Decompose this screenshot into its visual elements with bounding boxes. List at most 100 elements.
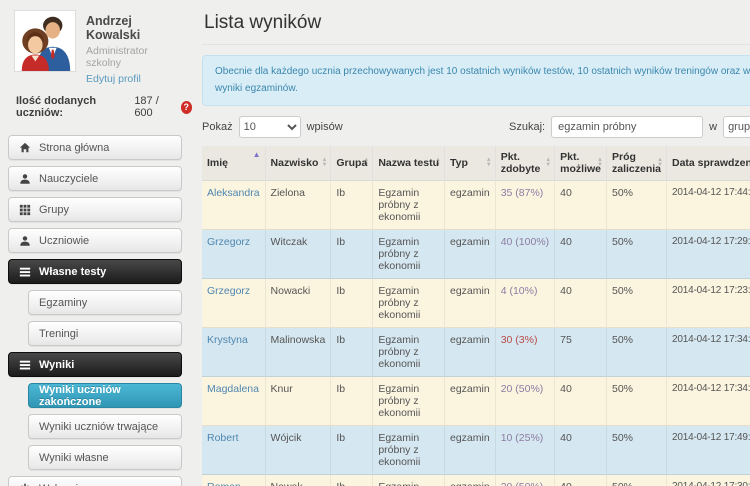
column-header-prog-zaliczenia[interactable]: Próg zaliczenia▲▼ bbox=[606, 146, 666, 181]
test-name: Egzamin próbny z ekonomii bbox=[373, 181, 445, 230]
test-name: Egzamin próbny z ekonomii bbox=[373, 426, 445, 475]
student-group: Ib bbox=[331, 377, 373, 426]
page-size-select[interactable]: 10 bbox=[239, 116, 301, 138]
check-date: 2014-04-12 17:34:20 bbox=[667, 377, 750, 426]
sidebar-menu: Strona główna Nauczyciele Grupy Uczniowi… bbox=[0, 135, 192, 486]
check-date: 2014-04-12 17:23:19 bbox=[667, 279, 750, 328]
user-icon bbox=[19, 235, 31, 247]
points-scored: 20 (50%) bbox=[495, 377, 554, 426]
search-label: Szukaj: bbox=[509, 121, 545, 133]
points-scored: 20 (50%) bbox=[495, 475, 554, 486]
sidebar-item-label: Własne testy bbox=[39, 266, 106, 278]
table-row: Krystyna Malinowska Ib Egzamin próbny z … bbox=[202, 328, 750, 377]
pass-threshold: 50% bbox=[606, 181, 666, 230]
test-type: egzamin bbox=[445, 328, 496, 377]
student-first-name-link[interactable]: Grzegorz bbox=[207, 285, 250, 297]
sidebar-item-wyniki-uczniow-trwajace[interactable]: Wyniki uczniów trwające bbox=[28, 414, 182, 439]
check-date: 2014-04-12 17:49:20 bbox=[667, 426, 750, 475]
pass-threshold: 50% bbox=[606, 328, 666, 377]
pass-threshold: 50% bbox=[606, 279, 666, 328]
sort-icon: ▲▼ bbox=[597, 158, 603, 168]
show-label: Pokaż bbox=[202, 121, 233, 133]
points-possible: 40 bbox=[555, 230, 607, 279]
sidebar-item-label: Strona główna bbox=[39, 142, 109, 154]
column-header-pkt-zdobyte[interactable]: Pkt. zdobyte▲▼ bbox=[495, 146, 554, 181]
user-icon bbox=[19, 173, 31, 185]
points-possible: 40 bbox=[555, 181, 607, 230]
sidebar-item-wlasne-testy[interactable]: Własne testy bbox=[8, 259, 182, 284]
points-scored: 4 (10%) bbox=[495, 279, 554, 328]
list-icon bbox=[19, 359, 31, 371]
students-count-line: Ilość dodanych uczniów: 187 / 600 ? bbox=[0, 85, 192, 119]
sort-icon: ▲▼ bbox=[486, 158, 492, 168]
student-first-name-link[interactable]: Roman bbox=[207, 481, 241, 486]
student-last-name: Knur bbox=[265, 377, 331, 426]
table-row: Grzegorz Nowacki Ib Egzamin próbny z eko… bbox=[202, 279, 750, 328]
student-first-name-link[interactable]: Magdalena bbox=[207, 383, 259, 395]
sort-icon: ▲▼ bbox=[321, 158, 327, 168]
student-group: Ib bbox=[331, 181, 373, 230]
sidebar-item-nauczyciele[interactable]: Nauczyciele bbox=[8, 166, 182, 191]
student-last-name: Nowak bbox=[265, 475, 331, 486]
profile-card: Andrzej Kowalski Administrator szkolny E… bbox=[0, 10, 192, 85]
pass-threshold: 50% bbox=[606, 377, 666, 426]
sidebar-item-wyloguj[interactable]: Wyloguj bbox=[8, 476, 182, 486]
column-header-imie[interactable]: Imię▲ bbox=[202, 146, 265, 181]
check-date: 2014-04-12 17:44:20 bbox=[667, 181, 750, 230]
test-type: egzamin bbox=[445, 475, 496, 486]
student-group: Ib bbox=[331, 279, 373, 328]
test-name: Egzamin próbny z ekonomii bbox=[373, 328, 445, 377]
test-type: egzamin bbox=[445, 181, 496, 230]
student-first-name-link[interactable]: Aleksandra bbox=[207, 187, 260, 199]
search-input[interactable] bbox=[551, 116, 703, 138]
sidebar-item-label: Wyniki uczniów zakończone bbox=[39, 384, 171, 408]
avatar-illustration bbox=[15, 11, 75, 71]
pass-threshold: 50% bbox=[606, 426, 666, 475]
column-header-grupa[interactable]: Grupa▲▼ bbox=[331, 146, 373, 181]
sidebar-item-wyniki-wlasne[interactable]: Wyniki własne bbox=[28, 445, 182, 470]
search-scope-select[interactable]: grupa bbox=[723, 116, 750, 138]
results-table: Imię▲ Nazwisko▲▼ Grupa▲▼ Nazwa testu▲▼ T… bbox=[202, 146, 750, 486]
grid-icon bbox=[19, 204, 31, 216]
edit-profile-link[interactable]: Edytuj profil bbox=[86, 73, 141, 85]
column-header-nazwa-testu[interactable]: Nazwa testu▲▼ bbox=[373, 146, 445, 181]
column-header-data-sprawdzenia[interactable]: Data sprawdzenia▲▼ bbox=[667, 146, 750, 181]
sort-icon: ▲▼ bbox=[657, 158, 663, 168]
test-name: Egzamin próbny z ekonomii bbox=[373, 279, 445, 328]
sidebar-item-wyniki[interactable]: Wyniki bbox=[8, 352, 182, 377]
pass-threshold: 50% bbox=[606, 230, 666, 279]
sidebar-item-grupy[interactable]: Grupy bbox=[8, 197, 182, 222]
sidebar-item-egzaminy[interactable]: Egzaminy bbox=[28, 290, 182, 315]
check-date: 2014-04-12 17:34:20 bbox=[667, 328, 750, 377]
sidebar-item-label: Uczniowie bbox=[39, 235, 89, 247]
student-first-name-link[interactable]: Grzegorz bbox=[207, 236, 250, 248]
column-header-typ[interactable]: Typ▲▼ bbox=[445, 146, 496, 181]
points-scored: 30 (3%) bbox=[495, 328, 554, 377]
sidebar-item-uczniowie[interactable]: Uczniowie bbox=[8, 228, 182, 253]
sidebar-item-label: Egzaminy bbox=[39, 297, 87, 309]
student-first-name-link[interactable]: Robert bbox=[207, 432, 239, 444]
points-possible: 40 bbox=[555, 426, 607, 475]
test-type: egzamin bbox=[445, 377, 496, 426]
table-body: Aleksandra Zielona Ib Egzamin próbny z e… bbox=[202, 181, 750, 486]
sidebar-item-wyniki-uczniow-zakonczone[interactable]: Wyniki uczniów zakończone bbox=[28, 383, 182, 408]
student-last-name: Witczak bbox=[265, 230, 331, 279]
help-icon[interactable]: ? bbox=[181, 101, 192, 114]
table-controls: Pokaż 10 wpisów Szukaj: w grupa bbox=[202, 116, 750, 138]
student-group: Ib bbox=[331, 426, 373, 475]
points-scored: 40 (100%) bbox=[495, 230, 554, 279]
table-row: Grzegorz Witczak Ib Egzamin próbny z eko… bbox=[202, 230, 750, 279]
sidebar-item-label: Nauczyciele bbox=[39, 173, 98, 185]
student-last-name: Zielona bbox=[265, 181, 331, 230]
search-control: Szukaj: w grupa bbox=[509, 116, 750, 138]
student-first-name-link[interactable]: Krystyna bbox=[207, 334, 248, 346]
column-header-pkt-mozliwe[interactable]: Pkt. możliwe▲▼ bbox=[555, 146, 607, 181]
table-row: Magdalena Knur Ib Egzamin próbny z ekono… bbox=[202, 377, 750, 426]
table-header-row: Imię▲ Nazwisko▲▼ Grupa▲▼ Nazwa testu▲▼ T… bbox=[202, 146, 750, 181]
points-possible: 40 bbox=[555, 475, 607, 486]
sidebar-item-strona-glowna[interactable]: Strona główna bbox=[8, 135, 182, 160]
table-row: Roman Nowak Ib Egzamin próbny z ekonomii… bbox=[202, 475, 750, 486]
points-scored: 10 (25%) bbox=[495, 426, 554, 475]
sidebar-item-treningi[interactable]: Treningi bbox=[28, 321, 182, 346]
column-header-nazwisko[interactable]: Nazwisko▲▼ bbox=[265, 146, 331, 181]
